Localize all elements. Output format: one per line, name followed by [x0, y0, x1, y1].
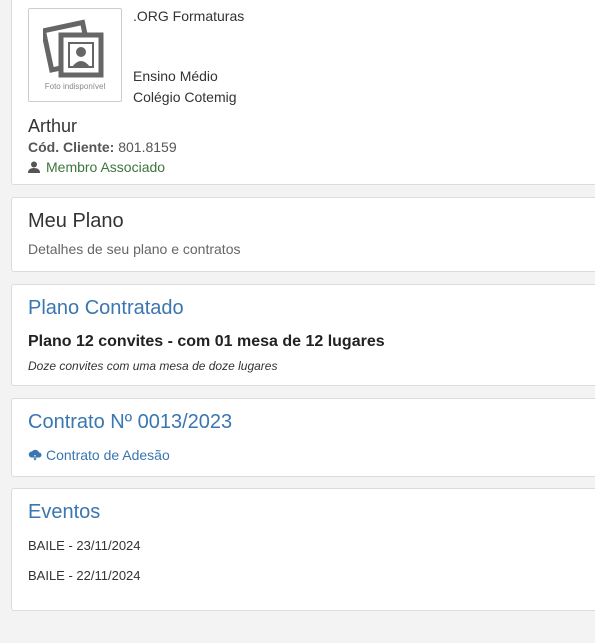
events-title: Eventos	[28, 501, 101, 523]
member-status: Membro Associado	[28, 159, 165, 175]
photo-caption: Foto indisponível	[44, 82, 106, 91]
my-plan-subtitle: Detalhes de seu plano e contratos	[28, 241, 241, 257]
user-icon	[28, 161, 40, 173]
cloud-download-icon	[28, 449, 42, 461]
my-plan-panel: Meu Plano Detalhes de seu plano e contra…	[11, 197, 595, 272]
contract-title: Contrato Nº 0013/2023	[28, 411, 233, 433]
contract-download-label[interactable]: Contrato de Adesão	[46, 447, 170, 463]
contract-panel: Contrato Nº 0013/2023 Contrato de Adesão	[11, 398, 595, 477]
client-code-value: 801.8159	[118, 139, 177, 155]
plan-description: Doze convites com uma mesa de doze lugar…	[28, 359, 278, 373]
photo-unavailable-icon	[43, 19, 104, 78]
profile-photo-placeholder: Foto indisponível	[28, 8, 122, 102]
client-code-label: Cód. Cliente:	[28, 139, 115, 155]
member-status-label: Membro Associado	[46, 159, 166, 175]
my-plan-title: Meu Plano	[28, 210, 124, 232]
events-panel: Eventos BAILE - 23/11/2024 BAILE - 22/11…	[11, 488, 595, 611]
contract-download-link[interactable]: Contrato de Adesão	[28, 447, 170, 463]
school-name: Colégio Cotemig	[133, 89, 237, 105]
profile-panel: Foto indisponível .ORG Formaturas Ensino…	[11, 0, 595, 185]
plan-name: Plano 12 convites - com 01 mesa de 12 lu…	[28, 333, 385, 350]
event-item: BAILE - 22/11/2024	[28, 568, 141, 583]
client-code: Cód. Cliente: 801.8159	[28, 139, 177, 155]
contracted-plan-panel: Plano Contratado Plano 12 convites - com…	[11, 284, 595, 386]
organization-name: .ORG Formaturas	[133, 8, 245, 24]
contracted-plan-title: Plano Contratado	[28, 297, 184, 319]
school-level: Ensino Médio	[133, 68, 218, 84]
user-name: Arthur	[28, 116, 78, 136]
event-item: BAILE - 23/11/2024	[28, 538, 141, 553]
